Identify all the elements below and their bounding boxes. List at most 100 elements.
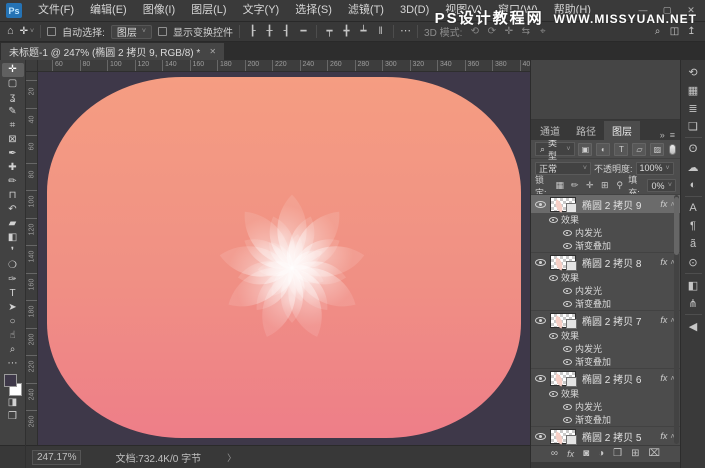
align-top-icon[interactable]: ┯ bbox=[323, 26, 336, 37]
auto-select-checkbox[interactable] bbox=[47, 27, 56, 36]
vertical-ruler[interactable]: 20406080100120140160180200220240260 bbox=[26, 72, 38, 445]
align-right-edges-icon[interactable]: ┨ bbox=[280, 26, 293, 37]
visibility-toggle[interactable] bbox=[559, 417, 575, 423]
tab-close-icon[interactable]: ✕ bbox=[209, 47, 216, 56]
glyphs-panel-icon[interactable]: ã bbox=[683, 235, 704, 253]
effect-row[interactable]: 渐变叠加 bbox=[531, 297, 680, 310]
menu-select[interactable]: 选择(S) bbox=[287, 0, 340, 21]
hand-tool[interactable]: ☝ bbox=[2, 329, 24, 343]
visibility-toggle[interactable] bbox=[545, 391, 561, 397]
layer-filter-type-dropdown[interactable]: ⌕ 类型 ˅ bbox=[535, 142, 575, 156]
visibility-toggle[interactable] bbox=[559, 359, 575, 365]
ellipse-tool[interactable]: ○ bbox=[2, 315, 24, 329]
lasso-tool[interactable]: ʓ bbox=[2, 91, 24, 105]
frame-tool[interactable]: ⊠ bbox=[2, 133, 24, 147]
menu-image[interactable]: 图像(I) bbox=[135, 0, 183, 21]
panel-menu-icon[interactable]: ≡ bbox=[670, 130, 675, 140]
crop-tool[interactable]: ⌗ bbox=[2, 119, 24, 133]
move-tool[interactable]: ✛ bbox=[2, 63, 24, 77]
cloud-documents-panel-icon[interactable]: ☁ bbox=[683, 158, 704, 176]
align-bottom-icon[interactable]: ┷ bbox=[357, 26, 370, 37]
layer-thumbnail[interactable] bbox=[550, 429, 576, 444]
visibility-toggle[interactable] bbox=[559, 243, 575, 249]
lock-image-pixels-icon[interactable]: ✏ bbox=[569, 180, 580, 191]
path-selection-tool[interactable]: ➤ bbox=[2, 301, 24, 315]
zoom-level-field[interactable]: 247.17% bbox=[32, 450, 81, 465]
visibility-toggle[interactable] bbox=[531, 433, 550, 440]
lock-artboard-icon[interactable]: ⊞ bbox=[599, 180, 610, 191]
brush-tool[interactable]: ✏ bbox=[2, 175, 24, 189]
collapse-panels-icon[interactable]: » bbox=[660, 130, 665, 140]
filter-shape-layers-icon[interactable]: ▱ bbox=[632, 143, 646, 156]
effect-row[interactable]: 内发光 bbox=[531, 342, 680, 355]
more-align-options-icon[interactable]: ⋯ bbox=[400, 26, 411, 37]
effect-row[interactable]: 渐变叠加 bbox=[531, 239, 680, 252]
effect-row[interactable]: 内发光 bbox=[531, 226, 680, 239]
menu-edit[interactable]: 编辑(E) bbox=[82, 0, 135, 21]
auto-select-dropdown[interactable]: 图层 ˅ bbox=[111, 25, 152, 39]
layer-row[interactable]: 椭圆 2 拷贝 6fx˄ bbox=[531, 368, 680, 387]
status-menu-arrow[interactable]: 〉 bbox=[227, 451, 236, 464]
history-panel-icon[interactable]: ⟲ bbox=[683, 63, 704, 81]
zoom-tool[interactable]: ⌕ bbox=[2, 343, 24, 357]
swatches-panel-icon[interactable]: ▦ bbox=[683, 81, 704, 99]
current-tool-icon[interactable]: ✛ ˅ bbox=[20, 26, 34, 37]
clone-stamp-tool[interactable]: ⊓ bbox=[2, 189, 24, 203]
effect-row[interactable]: 内发光 bbox=[531, 400, 680, 413]
pen-tool[interactable]: ✑ bbox=[2, 273, 24, 287]
filter-smart-objects-icon[interactable]: ▨ bbox=[650, 143, 664, 156]
link-layers-button[interactable]: ∞ bbox=[551, 449, 558, 459]
foreground-color-swatch[interactable] bbox=[4, 374, 17, 387]
layer-thumbnail[interactable] bbox=[550, 255, 576, 270]
fill-dropdown[interactable]: 0% ˅ bbox=[647, 179, 676, 192]
visibility-toggle[interactable] bbox=[545, 275, 561, 281]
expand-dock-icon[interactable]: ◀ bbox=[683, 317, 704, 335]
panel-tab-路径[interactable]: 路径 bbox=[568, 121, 604, 140]
new-group-button[interactable]: ❒ bbox=[613, 449, 622, 459]
layer-style-button[interactable]: fx bbox=[567, 450, 574, 459]
lock-transparent-pixels-icon[interactable]: ▦ bbox=[554, 180, 565, 191]
lock-all-icon[interactable]: ⚲ bbox=[614, 180, 625, 191]
menu-filter[interactable]: 滤镜(T) bbox=[340, 0, 392, 21]
adjustment-layer-button[interactable]: ◑ bbox=[598, 449, 604, 459]
layer-thumbnail[interactable] bbox=[550, 197, 576, 212]
effect-row[interactable]: 渐变叠加 bbox=[531, 413, 680, 426]
effects-header-row[interactable]: 效果 bbox=[531, 329, 680, 342]
eraser-tool[interactable]: ▰ bbox=[2, 217, 24, 231]
visibility-toggle[interactable] bbox=[531, 317, 550, 324]
patterns-panel-icon[interactable]: ❏ bbox=[683, 117, 704, 135]
visibility-toggle[interactable] bbox=[559, 301, 575, 307]
panel-tab-图层[interactable]: 图层 bbox=[604, 121, 640, 140]
paragraph-panel-icon[interactable]: ¶ bbox=[683, 217, 704, 235]
visibility-toggle[interactable] bbox=[559, 288, 575, 294]
show-transform-checkbox[interactable] bbox=[158, 27, 167, 36]
visibility-toggle[interactable] bbox=[559, 404, 575, 410]
layer-row[interactable]: 椭圆 2 拷贝 9fx˄ bbox=[531, 194, 680, 213]
marquee-tool[interactable]: ▢ bbox=[2, 77, 24, 91]
align-vertical-centers-icon[interactable]: ╋ bbox=[340, 26, 353, 37]
libraries-panel-icon[interactable]: ≣ bbox=[683, 99, 704, 117]
properties-panel-icon[interactable]: ⊙ bbox=[683, 253, 704, 271]
layer-filter-toggle[interactable] bbox=[669, 144, 676, 155]
visibility-toggle[interactable] bbox=[545, 217, 561, 223]
document-tab[interactable]: 未标题-1 @ 247% (椭圆 2 拷贝 9, RGB/8) * ✕ bbox=[1, 43, 224, 60]
menu-file[interactable]: 文件(F) bbox=[30, 0, 82, 21]
layer-thumbnail[interactable] bbox=[550, 371, 576, 386]
healing-brush-tool[interactable]: ✚ bbox=[2, 161, 24, 175]
ruler-origin-corner[interactable] bbox=[26, 60, 38, 72]
layers-scrollbar[interactable] bbox=[674, 195, 679, 444]
visibility-toggle[interactable] bbox=[545, 333, 561, 339]
effects-header-row[interactable]: 效果 bbox=[531, 271, 680, 284]
home-icon[interactable]: ⌂ bbox=[7, 26, 14, 37]
menu-layer[interactable]: 图层(L) bbox=[183, 0, 234, 21]
layer-thumbnail[interactable] bbox=[550, 313, 576, 328]
type-tool[interactable]: T bbox=[2, 287, 24, 301]
paths-panel-icon[interactable]: ⋔ bbox=[683, 294, 704, 312]
quick-mask-button[interactable]: ◨ bbox=[2, 396, 24, 410]
panel-tab-通道[interactable]: 通道 bbox=[532, 121, 568, 140]
layer-row[interactable]: 椭圆 2 拷贝 7fx˄ bbox=[531, 310, 680, 329]
character-panel-icon[interactable]: A bbox=[683, 199, 704, 217]
layer-row[interactable]: 椭圆 2 拷贝 5fx˄ bbox=[531, 426, 680, 445]
new-layer-button[interactable]: ⊞ bbox=[631, 449, 639, 459]
visibility-toggle[interactable] bbox=[559, 346, 575, 352]
